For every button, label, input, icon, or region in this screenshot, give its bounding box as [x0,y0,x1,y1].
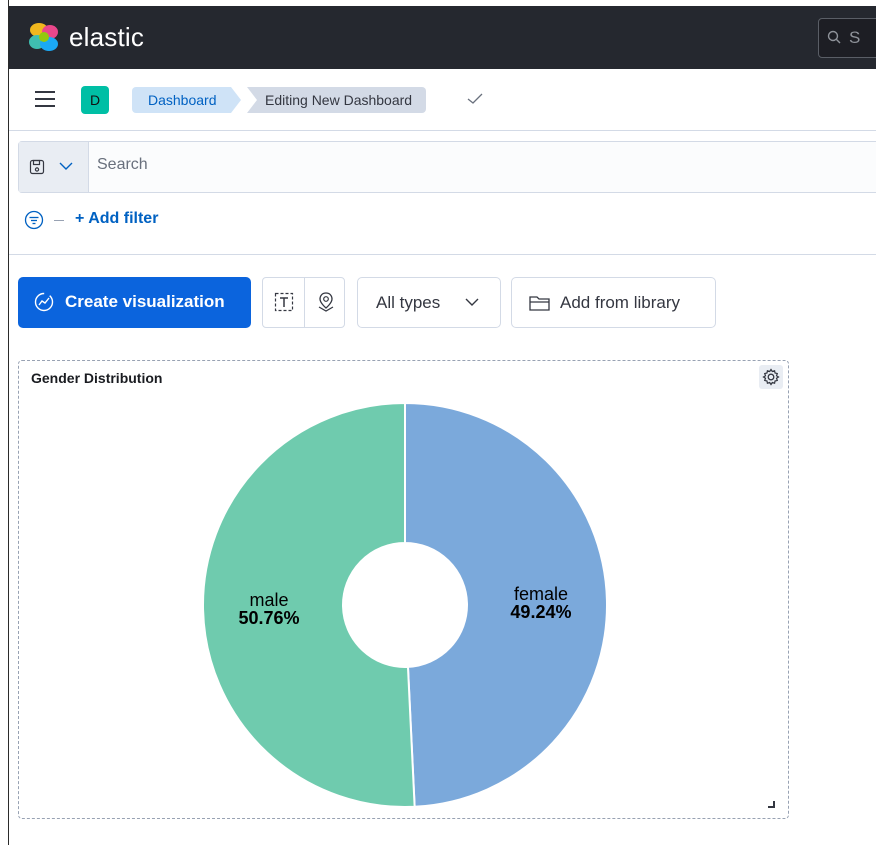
slice-label-female: female [514,584,568,604]
create-visualization-button[interactable]: Create visualization [18,277,251,328]
breadcrumb-dashboard[interactable]: Dashboard [132,87,240,113]
all-types-label: All types [376,293,441,312]
maps-icon[interactable] [316,291,336,313]
window-edge [0,0,9,845]
pie-chart: female49.24% male50.76% [202,401,609,808]
global-search-text: S [849,28,861,47]
quick-add-buttons [262,277,345,328]
button-separator [304,278,305,327]
text-icon[interactable] [274,292,294,312]
query-bar: Search [18,141,876,193]
search-icon [827,30,841,44]
slice-value-male: 50.76% [239,608,300,628]
slice-label-male: male [250,590,289,610]
gear-icon [762,368,780,386]
brand-name[interactable]: elastic [69,22,144,53]
chevron-down-icon [465,298,479,306]
folder-icon [529,296,550,311]
pie-slice-female[interactable] [404,401,609,808]
section-divider [9,254,876,255]
add-from-library-button[interactable]: Add from library [511,277,716,328]
panel-title: Gender Distribution [31,370,163,386]
elastic-logo-icon[interactable] [27,20,61,54]
add-from-library-label: Add from library [560,293,680,312]
slice-value-female: 49.24% [510,602,571,622]
global-search-input[interactable]: S [818,18,876,58]
chevron-down-icon [59,162,73,170]
search-input[interactable]: Search [97,156,148,174]
add-filter-button[interactable]: + Add filter [75,210,158,228]
saved-query-button[interactable] [19,142,89,192]
save-icon [29,159,45,175]
filter-divider [54,220,64,221]
panel-options-button[interactable] [759,365,783,389]
filter-icon[interactable] [24,210,44,230]
breadcrumb-bar: D Dashboard Editing New Dashboard [9,69,876,131]
visualization-panel[interactable]: female 49.24% male 50.76% Gender Distributi… [18,360,789,819]
menu-icon[interactable] [35,91,55,107]
filter-row: + Add filter [18,205,618,235]
top-header: elastic S [9,6,876,69]
resize-handle-icon[interactable] [768,801,775,808]
app-window: elastic S D Dashboard Editing New Dashbo… [0,0,876,845]
visualize-icon [34,292,54,312]
checkmark-icon[interactable] [467,93,483,105]
all-types-dropdown[interactable]: All types [357,277,501,328]
space-avatar[interactable]: D [81,86,109,114]
breadcrumb-current: Editing New Dashboard [247,87,427,113]
create-visualization-label: Create visualization [65,292,225,311]
pie-slice-male[interactable] [202,401,416,808]
